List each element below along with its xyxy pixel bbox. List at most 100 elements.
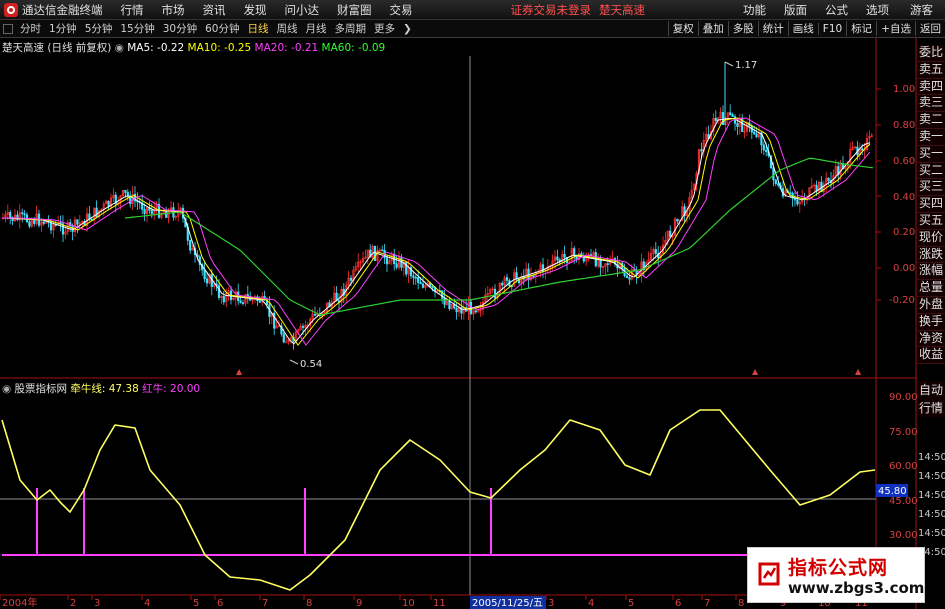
candle-body bbox=[42, 221, 45, 224]
event-marker[interactable]: ▲ bbox=[236, 367, 243, 376]
menu-ask[interactable]: 问小达 bbox=[276, 2, 329, 18]
candle-body bbox=[33, 219, 36, 224]
draw-line-button[interactable]: 画线 bbox=[787, 21, 818, 36]
collapse-toggle[interactable] bbox=[3, 23, 13, 34]
tick-time: 14:50 bbox=[918, 528, 945, 539]
x-tick: 8 bbox=[738, 598, 744, 609]
candle-body bbox=[143, 209, 146, 214]
mark-button[interactable]: 标记 bbox=[846, 21, 876, 36]
menu-formula[interactable]: 公式 bbox=[816, 2, 857, 18]
tick-time: 14:50 bbox=[918, 509, 945, 520]
stock-name-label: 楚天高速 bbox=[2, 42, 44, 54]
candle-body bbox=[474, 310, 477, 313]
watermark-url: www.zbgs3.com bbox=[788, 579, 925, 597]
menu-quotes[interactable]: 行情 bbox=[112, 2, 153, 18]
menu-options[interactable]: 选项 bbox=[857, 2, 898, 18]
quote-sidebar: 委比 卖五 卖四 卖三 卖二 卖一 买一 买二 买三 买四 买五 现价 涨跌 涨幅 总量 外盘 换手 净资 收益 bbox=[917, 45, 945, 365]
sidebar-item: 买二 bbox=[917, 162, 945, 180]
candle-body bbox=[217, 285, 221, 298]
x-tick: 6 bbox=[217, 598, 223, 609]
login-notice[interactable]: 证券交易未登录 bbox=[507, 2, 596, 18]
quote-label[interactable]: 行情 bbox=[917, 399, 945, 417]
candle-body bbox=[421, 283, 425, 288]
candle-body bbox=[455, 307, 458, 313]
sidebar-item: 卖四 bbox=[917, 78, 945, 96]
menu-discover[interactable]: 发现 bbox=[235, 2, 276, 18]
current-value-label: 45.80 bbox=[878, 486, 907, 497]
candle-body bbox=[532, 275, 535, 277]
f10-button[interactable]: F10 bbox=[817, 22, 846, 35]
adjust-button[interactable]: 复权 bbox=[667, 21, 698, 36]
settings-circle-icon[interactable]: ◉ bbox=[2, 383, 11, 395]
high-price-label: 1.17 bbox=[735, 60, 757, 71]
tab-period-intraday[interactable]: 分时 bbox=[16, 21, 45, 36]
menu-function[interactable]: 功能 bbox=[734, 2, 775, 18]
x-tick: 9 bbox=[356, 598, 362, 609]
candle-body bbox=[628, 277, 631, 280]
quote-sidebar-lower: 自动 行情 bbox=[917, 381, 945, 417]
candle-body bbox=[762, 144, 765, 151]
guest-label[interactable]: 游客 bbox=[898, 2, 945, 18]
candle-body bbox=[505, 277, 509, 281]
menu-news[interactable]: 资讯 bbox=[194, 2, 235, 18]
candle-body bbox=[515, 272, 518, 280]
sub-y-axis: 90.00 75.00 60.00 45.00 30.00 bbox=[889, 392, 918, 541]
candle-body bbox=[443, 297, 446, 305]
add-watchlist-button[interactable]: +自选 bbox=[876, 21, 915, 36]
candle-body bbox=[205, 278, 209, 284]
y-tick: 0.20 bbox=[893, 227, 915, 238]
chart-area[interactable]: 1.17 0.54 1.00 0.80 0.60 0.40 0.20 0.00 … bbox=[0, 38, 945, 609]
x-tick: 3 bbox=[548, 598, 554, 609]
candle-body bbox=[349, 277, 353, 281]
main-y-axis: 1.00 0.80 0.60 0.40 0.20 0.00 -0.20 bbox=[889, 84, 915, 306]
period-toolbar: 分时 1分钟 5分钟 15分钟 30分钟 60分钟 日线 周线 月线 多周期 更… bbox=[0, 20, 945, 38]
y-tick: -0.20 bbox=[889, 295, 915, 306]
candle-body bbox=[700, 149, 703, 152]
candle-body bbox=[59, 222, 62, 224]
indicator-name[interactable]: 股票指标网 bbox=[15, 383, 68, 395]
candle-body bbox=[625, 275, 629, 278]
indicator-line1-label: 牵牛线: 47.38 bbox=[70, 383, 139, 395]
candle-body bbox=[126, 192, 129, 197]
candle-body bbox=[165, 211, 168, 218]
tab-period-daily[interactable]: 日线 bbox=[244, 21, 273, 36]
multi-stock-button[interactable]: 多股 bbox=[727, 21, 758, 36]
candle-body bbox=[563, 254, 566, 258]
y-tick: 0.80 bbox=[893, 120, 915, 131]
menu-trade[interactable]: 交易 bbox=[381, 2, 422, 18]
candle-body bbox=[501, 282, 504, 286]
menu-wealth[interactable]: 财富圈 bbox=[328, 2, 381, 18]
menu-layout[interactable]: 版面 bbox=[775, 2, 816, 18]
candle-body bbox=[381, 249, 384, 252]
stats-button[interactable]: 统计 bbox=[757, 21, 788, 36]
tab-period-weekly[interactable]: 周线 bbox=[273, 21, 302, 36]
candle-body bbox=[772, 167, 775, 181]
tab-period-15min[interactable]: 15分钟 bbox=[116, 21, 158, 36]
event-marker[interactable]: ▲ bbox=[752, 367, 759, 376]
event-marker[interactable]: ▲ bbox=[855, 367, 862, 376]
settings-circle-icon[interactable]: ◉ bbox=[115, 42, 124, 54]
tab-period-multi[interactable]: 多周期 bbox=[331, 21, 371, 36]
moving-average-series bbox=[1, 117, 874, 346]
menu-bar: 通达信金融终端 行情 市场 资讯 发现 问小达 财富圈 交易 证券交易未登录 楚… bbox=[0, 0, 945, 20]
candle-body bbox=[417, 277, 420, 283]
overlay-button[interactable]: 叠加 bbox=[697, 21, 728, 36]
tab-period-60min[interactable]: 60分钟 bbox=[201, 21, 243, 36]
candle-body bbox=[789, 192, 792, 194]
candle-body bbox=[714, 117, 717, 121]
candle-body bbox=[606, 263, 609, 265]
y-tick: 90.00 bbox=[889, 392, 918, 403]
back-button[interactable]: 返回 bbox=[915, 21, 945, 36]
tab-period-5min[interactable]: 5分钟 bbox=[81, 21, 117, 36]
candle-body bbox=[721, 112, 725, 125]
tab-period-1min[interactable]: 1分钟 bbox=[45, 21, 81, 36]
tab-period-more[interactable]: 更多 bbox=[370, 21, 399, 36]
chevron-right-icon[interactable]: ❯ bbox=[399, 23, 416, 35]
tab-period-30min[interactable]: 30分钟 bbox=[159, 21, 201, 36]
candle-body bbox=[448, 301, 451, 309]
main-y-tick-marks bbox=[876, 88, 881, 301]
menu-market[interactable]: 市场 bbox=[153, 2, 194, 18]
ma60-label: MA60: -0.09 bbox=[321, 42, 386, 54]
tab-period-monthly[interactable]: 月线 bbox=[302, 21, 331, 36]
auto-label[interactable]: 自动 bbox=[917, 381, 945, 399]
